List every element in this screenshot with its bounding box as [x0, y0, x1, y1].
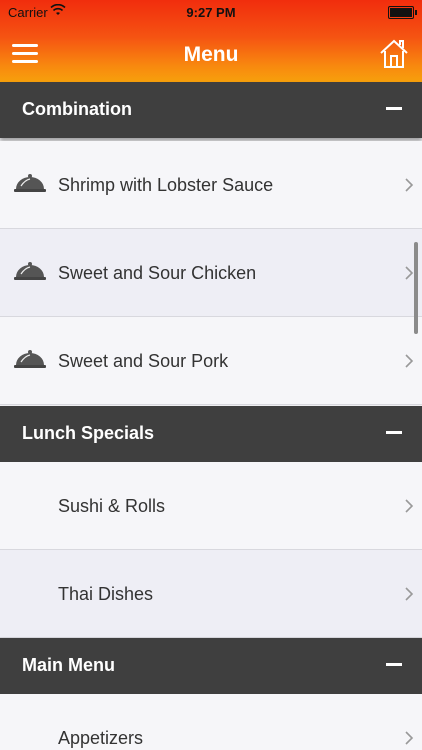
dish-cover-icon [14, 262, 46, 280]
item-label: Thai Dishes [58, 584, 154, 604]
chevron-right-icon [405, 499, 414, 513]
chevron-right-icon [405, 731, 414, 745]
list-item[interactable]: Sweet and Sour Chicken [0, 229, 422, 317]
list-item[interactable]: Appetizers [0, 694, 422, 750]
chevron-right-icon [405, 587, 414, 601]
item-label: Sushi & Rolls [58, 496, 166, 516]
battery-icon [388, 6, 417, 19]
top-bar: Carrier 9:27 PM Menu [0, 0, 422, 82]
dish-cover-icon [14, 350, 46, 368]
item-label: Sweet and Sour Pork [58, 351, 229, 371]
section-title: Main Menu [22, 655, 115, 675]
section-header-combination[interactable]: Combination [0, 82, 422, 138]
item-label: Shrimp with Lobster Sauce [58, 175, 274, 195]
status-time: 9:27 PM [186, 5, 236, 20]
status-bar: Carrier 9:27 PM [0, 0, 422, 24]
collapse-icon[interactable] [386, 663, 402, 666]
section-header-lunch-specials[interactable]: Lunch Specials [0, 406, 422, 462]
section-header-main-menu[interactable]: Main Menu [0, 638, 422, 694]
chevron-right-icon [405, 178, 414, 192]
chevron-right-icon [405, 266, 414, 280]
chevron-right-icon [405, 354, 414, 368]
item-label: Appetizers [58, 728, 144, 748]
section-title: Combination [22, 99, 132, 119]
dish-cover-icon [14, 174, 46, 192]
list-item[interactable]: Thai Dishes [0, 550, 422, 638]
section-title: Lunch Specials [22, 423, 155, 443]
list-item[interactable]: Shrimp with Lobster Sauce [0, 141, 422, 229]
collapse-icon[interactable] [386, 107, 402, 110]
item-label: Sweet and Sour Chicken [58, 263, 257, 283]
list-item[interactable]: Sushi & Rolls [0, 462, 422, 550]
collapse-icon[interactable] [386, 431, 402, 434]
scrollbar[interactable] [414, 242, 418, 334]
home-icon[interactable] [378, 38, 410, 70]
list-item[interactable]: Sweet and Sour Pork [0, 317, 422, 405]
page-title: Menu [183, 43, 239, 66]
